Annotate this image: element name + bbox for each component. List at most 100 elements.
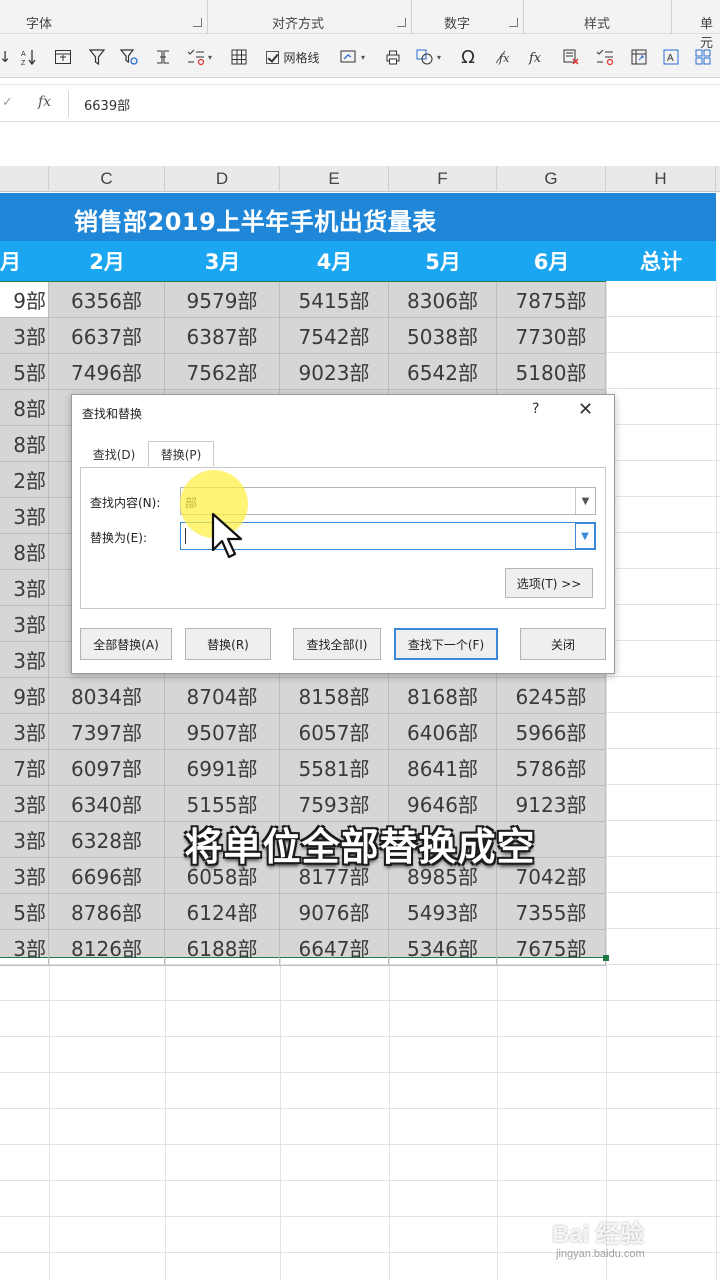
filter-icon[interactable] — [86, 46, 108, 68]
merge-icon[interactable] — [152, 46, 174, 68]
table-cell[interactable]: 6188部 — [165, 930, 280, 966]
omega-icon[interactable]: Ω — [457, 46, 479, 68]
find-next-button[interactable]: 查找下一个(F) — [394, 628, 498, 660]
table-cell[interactable]: 8168部 — [389, 678, 497, 714]
table-cell[interactable]: 5346部 — [389, 930, 497, 966]
table-cell[interactable]: 6991部 — [165, 750, 280, 786]
table-cell[interactable]: 8126部 — [49, 930, 165, 966]
sort-az-icon[interactable]: AZ — [18, 46, 40, 68]
table-cell[interactable]: 5180部 — [497, 354, 606, 390]
table-cell[interactable]: 9部 — [0, 678, 49, 714]
table-cell[interactable]: 9023部 — [280, 354, 389, 390]
chart-icon[interactable]: ▾ — [334, 46, 370, 68]
table-cell[interactable]: 8部 — [0, 426, 49, 462]
column-header-f[interactable]: F — [389, 166, 497, 192]
table-cell[interactable]: 7部 — [0, 750, 49, 786]
table-cell[interactable]: 3部 — [0, 930, 49, 966]
delete-icon[interactable] — [560, 46, 582, 68]
table-cell[interactable]: 7875部 — [497, 282, 606, 318]
table-cell[interactable]: 8部 — [0, 390, 49, 426]
table-cell[interactable]: 7496部 — [49, 354, 165, 390]
pivot-icon[interactable] — [628, 46, 650, 68]
table-cell[interactable]: 3部 — [0, 642, 49, 678]
column-header-e[interactable]: E — [280, 166, 389, 192]
close-button[interactable]: 关闭 — [520, 628, 606, 660]
month-header-4[interactable]: 4月 — [280, 241, 389, 281]
month-header-6[interactable]: 6月 — [497, 241, 606, 281]
table-cell[interactable]: 9部 — [0, 282, 49, 318]
table-cell[interactable]: 2部 — [0, 462, 49, 498]
validation-icon[interactable]: ▾ — [184, 46, 214, 68]
table-cell[interactable]: 7730部 — [497, 318, 606, 354]
tab-find[interactable]: 查找(D) — [84, 441, 144, 467]
table-cell[interactable]: 8786部 — [49, 894, 165, 930]
validation2-icon[interactable] — [594, 46, 616, 68]
table-cell[interactable]: 7675部 — [497, 930, 606, 966]
chevron-down-icon[interactable]: ▼ — [575, 488, 595, 514]
tab-replace[interactable]: 替换(P) — [148, 441, 214, 467]
table-cell[interactable]: 7397部 — [49, 714, 165, 750]
table-cell[interactable]: 5415部 — [280, 282, 389, 318]
table-cell[interactable]: 5部 — [0, 894, 49, 930]
table-cell[interactable]: 5493部 — [389, 894, 497, 930]
chevron-down-icon[interactable]: ▼ — [575, 523, 595, 549]
column-header-b[interactable] — [0, 166, 49, 192]
table-cell[interactable]: 3部 — [0, 318, 49, 354]
table-cell[interactable]: 5038部 — [389, 318, 497, 354]
month-header-5[interactable]: 5月 — [389, 241, 497, 281]
table-cell[interactable]: 6637部 — [49, 318, 165, 354]
checkbox-icon[interactable] — [266, 50, 280, 64]
table-cell[interactable]: 3部 — [0, 714, 49, 750]
font-dialog-launcher-icon[interactable] — [193, 18, 202, 27]
fill-handle[interactable] — [603, 955, 609, 961]
table-cell[interactable]: 5部 — [0, 354, 49, 390]
table-cell[interactable]: 5786部 — [497, 750, 606, 786]
table-cell[interactable]: 9579部 — [165, 282, 280, 318]
shapes-icon[interactable]: ▾ — [410, 46, 446, 68]
month-header-2[interactable]: 2月 — [49, 241, 165, 281]
formula-input[interactable]: 6639部 — [84, 95, 130, 114]
options-button[interactable]: 选项(T) >> — [505, 568, 593, 598]
table-cell[interactable]: 3部 — [0, 606, 49, 642]
number-dialog-launcher-icon[interactable] — [509, 18, 518, 27]
insert-function-icon[interactable]: fx — [38, 94, 51, 110]
table-cell[interactable]: 8641部 — [389, 750, 497, 786]
fx-icon[interactable]: fx — [526, 46, 548, 68]
month-header-3[interactable]: 3月 — [165, 241, 280, 281]
table-cell[interactable]: 9076部 — [280, 894, 389, 930]
table-cell[interactable]: 6245部 — [497, 678, 606, 714]
table-cell[interactable]: 6057部 — [280, 714, 389, 750]
table-cell[interactable]: 3部 — [0, 570, 49, 606]
table-cell[interactable]: 7542部 — [280, 318, 389, 354]
column-header-d[interactable]: D — [165, 166, 280, 192]
close-icon[interactable]: ✕ — [578, 399, 593, 420]
advanced-filter-icon[interactable] — [118, 46, 140, 68]
table-cell[interactable]: 5581部 — [280, 750, 389, 786]
month-header-1[interactable]: 月 — [0, 241, 21, 281]
total-header[interactable]: 总计 — [606, 241, 716, 281]
confirm-icon[interactable]: ✓ — [2, 95, 13, 110]
table-cell[interactable]: 8部 — [0, 534, 49, 570]
gridlines-checkbox[interactable]: 网格线 — [258, 46, 328, 68]
table-cell[interactable]: 8034部 — [49, 678, 165, 714]
table-cell[interactable]: 8158部 — [280, 678, 389, 714]
sort-icon[interactable]: ↓ — [0, 46, 11, 68]
replace-button[interactable]: 替换(R) — [185, 628, 271, 660]
help-icon[interactable]: ? — [532, 401, 539, 417]
table-icon[interactable] — [52, 46, 74, 68]
table-cell[interactable]: 8704部 — [165, 678, 280, 714]
grid-icon[interactable] — [228, 46, 250, 68]
table-cell[interactable]: 6124部 — [165, 894, 280, 930]
apps-icon[interactable] — [692, 46, 714, 68]
column-header-h[interactable]: H — [606, 166, 716, 192]
alignment-dialog-launcher-icon[interactable] — [397, 18, 406, 27]
table-cell[interactable]: 8306部 — [389, 282, 497, 318]
table-cell[interactable]: 6406部 — [389, 714, 497, 750]
sheet-title-row[interactable]: 销售部2019上半年手机出货量表 — [0, 193, 716, 241]
table-cell[interactable]: 9507部 — [165, 714, 280, 750]
find-all-button[interactable]: 查找全部(I) — [293, 628, 381, 660]
column-header-c[interactable]: C — [49, 166, 165, 192]
print-icon[interactable] — [382, 46, 404, 68]
replace-all-button[interactable]: 全部替换(A) — [80, 628, 172, 660]
table-cell[interactable]: 3部 — [0, 498, 49, 534]
